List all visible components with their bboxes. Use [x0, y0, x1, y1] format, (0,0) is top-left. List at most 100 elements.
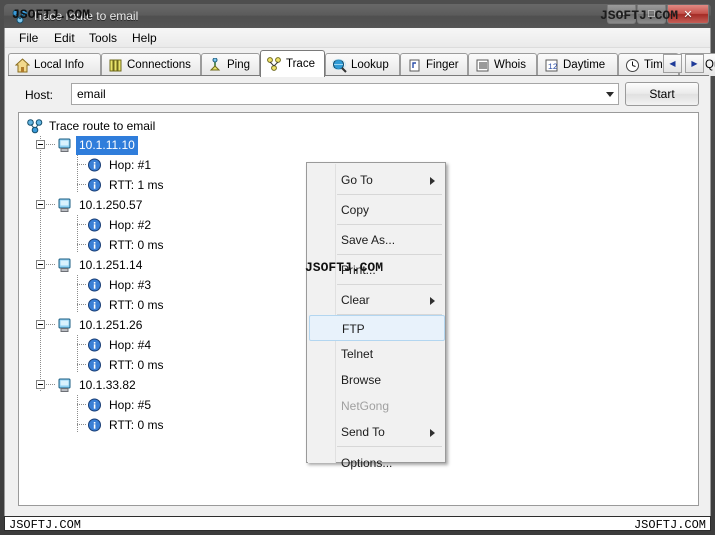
tab-label: Ping: [227, 59, 250, 71]
menu-edit[interactable]: Edit: [48, 30, 81, 46]
tree-rtt-label: RTT: 0 ms: [109, 416, 163, 435]
host-label: Host:: [25, 88, 53, 102]
close-button[interactable]: ✕: [667, 5, 709, 24]
tree-child-line: [77, 275, 78, 313]
tree-expander-2[interactable]: [36, 200, 45, 209]
title-bar[interactable]: Trace route to email – □ ✕: [4, 4, 711, 28]
tab-label: Local Info: [34, 59, 84, 71]
tab-daytime[interactable]: 12 Daytime: [537, 53, 618, 76]
context-menu-item-send-to[interactable]: Send To: [309, 419, 445, 445]
tree-connector: [77, 224, 86, 225]
info-icon: [87, 358, 103, 373]
context-menu-label: Send To: [341, 425, 385, 439]
info-icon: [87, 178, 103, 193]
submenu-arrow-icon: [430, 177, 435, 185]
trace-root-icon: [27, 119, 43, 134]
tree-expander-5[interactable]: [36, 380, 45, 389]
computer-icon: [57, 138, 73, 153]
tree-connector: [77, 164, 86, 165]
tree-connector: [77, 364, 86, 365]
tab-lookup[interactable]: Lookup: [325, 53, 400, 76]
context-menu-item-print[interactable]: Print...: [309, 255, 445, 285]
context-menu-item-copy[interactable]: Copy: [309, 195, 445, 225]
watermark-bottom-right: JSOFTJ.COM: [634, 518, 706, 532]
context-menu-item-telnet[interactable]: Telnet: [309, 341, 445, 367]
context-menu-item-browse[interactable]: Browse: [309, 367, 445, 393]
close-icon: ✕: [668, 5, 708, 23]
context-menu-item-go-to[interactable]: Go To: [309, 165, 445, 195]
tab-label: Finger: [426, 59, 459, 71]
tab-local-info[interactable]: Local Info: [8, 53, 101, 76]
info-icon: [87, 278, 103, 293]
tree-hop-label: Hop: #5: [109, 396, 151, 415]
tree-connector: [77, 424, 86, 425]
tree-host-label: 10.1.251.26: [79, 316, 142, 335]
computer-icon: [57, 198, 73, 213]
time-icon: [625, 58, 640, 73]
tab-label: Whois: [494, 59, 526, 71]
context-menu-item-netgong: NetGong: [309, 393, 445, 419]
info-icon: [87, 238, 103, 253]
tree-connector: [46, 384, 55, 385]
minimize-button[interactable]: –: [607, 5, 636, 24]
start-button[interactable]: Start: [625, 82, 699, 106]
whois-icon: [475, 58, 490, 73]
context-menu-item-save-as[interactable]: Save As...: [309, 225, 445, 255]
tree-connector: [77, 304, 86, 305]
ping-icon: [208, 58, 223, 73]
tab-strip: Local Info Connections: [8, 50, 709, 76]
trace-tree-panel[interactable]: Trace route to email 10.1.11.10: [18, 112, 699, 506]
context-menu-item-clear[interactable]: Clear: [309, 285, 445, 315]
menu-help[interactable]: Help: [126, 30, 163, 46]
tree-expander-4[interactable]: [36, 320, 45, 329]
tree-connector: [77, 184, 86, 185]
tab-whois[interactable]: Whois: [468, 53, 537, 76]
tree-rtt-label: RTT: 0 ms: [109, 356, 163, 375]
tree-connector: [46, 264, 55, 265]
tree-child-line: [77, 335, 78, 373]
window-title: Trace route to email: [32, 8, 138, 24]
tab-label: Daytime: [563, 59, 605, 71]
tab-label: Quote: [705, 59, 715, 71]
tab-strip-divider: [8, 75, 709, 76]
context-menu-label: Options...: [341, 456, 392, 470]
info-icon: [87, 338, 103, 353]
context-menu-item-options[interactable]: Options...: [309, 449, 445, 477]
tab-label: Connections: [127, 59, 191, 71]
chevron-down-icon[interactable]: [606, 92, 614, 97]
watermark-bottom-left: JSOFTJ.COM: [9, 518, 81, 532]
tab-scroll-right-button[interactable]: ▶: [685, 54, 704, 73]
tab-finger[interactable]: Finger: [400, 53, 468, 76]
context-menu-item-ftp[interactable]: FTP: [309, 315, 445, 341]
menu-file[interactable]: File: [13, 30, 44, 46]
tree-host-label: 10.1.250.57: [79, 196, 142, 215]
tab-trace[interactable]: Trace: [260, 50, 325, 77]
chevron-left-icon: ◀: [669, 59, 675, 68]
tree-expander-1[interactable]: [36, 140, 45, 149]
tree-child-line: [77, 155, 78, 193]
menu-bar: File Edit Tools Help: [5, 28, 710, 48]
minimize-icon: –: [608, 5, 635, 23]
context-menu-label: FTP: [342, 322, 365, 336]
maximize-icon: □: [638, 5, 665, 23]
tree-connector: [46, 204, 55, 205]
tab-ping[interactable]: Ping: [201, 53, 260, 76]
tab-connections[interactable]: Connections: [101, 53, 201, 76]
host-combobox[interactable]: email: [71, 83, 619, 105]
host-input-value[interactable]: email: [77, 87, 106, 101]
tree-host-label: 10.1.33.82: [79, 376, 136, 395]
maximize-button[interactable]: □: [637, 5, 666, 24]
finger-icon: [407, 58, 422, 73]
tab-scroll-left-button[interactable]: ◀: [663, 54, 682, 73]
tree-hop-label: Hop: #1: [109, 156, 151, 175]
context-menu-separator: [337, 446, 442, 447]
bottom-watermark-strip: JSOFTJ.COM JSOFTJ.COM: [4, 516, 711, 531]
trace-icon: [267, 57, 282, 72]
tree-rtt-label: RTT: 1 ms: [109, 176, 163, 195]
info-icon: [87, 398, 103, 413]
tree-expander-3[interactable]: [36, 260, 45, 269]
tab-label: Trace: [286, 58, 315, 70]
connections-icon: [108, 58, 123, 73]
menu-tools[interactable]: Tools: [83, 30, 123, 46]
submenu-arrow-icon: [430, 429, 435, 437]
